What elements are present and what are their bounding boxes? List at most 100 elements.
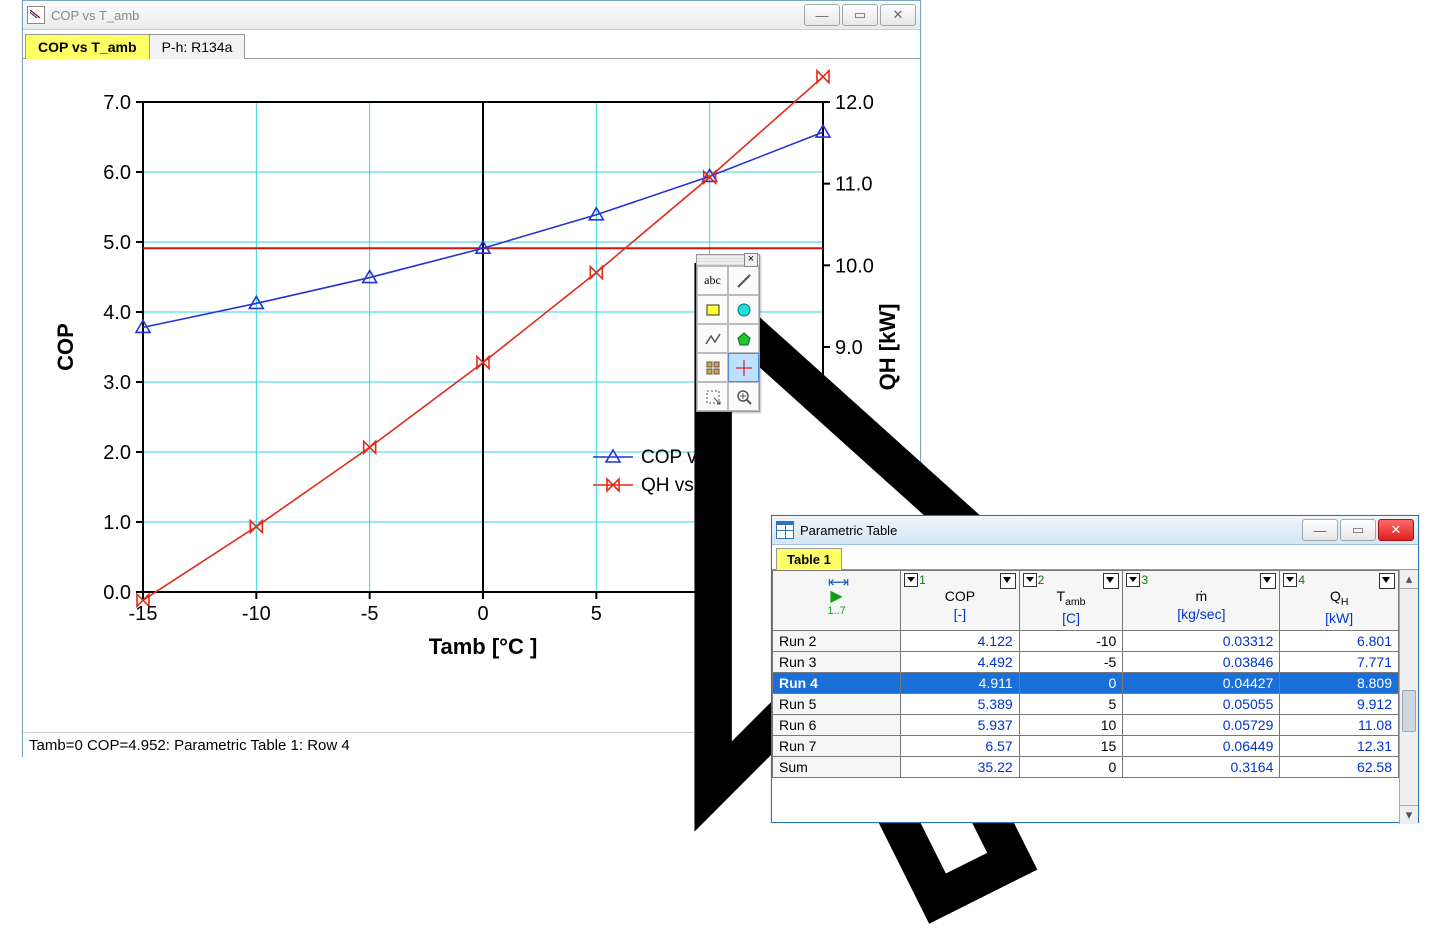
svg-text:5.0: 5.0 [103, 232, 131, 254]
run-header[interactable]: ⇤⇥▶1..7 [773, 571, 901, 631]
col-name: Tamb [1057, 588, 1086, 604]
table-titlebar[interactable]: Parametric Table — ▭ ✕ [772, 516, 1418, 545]
col-unit: [kg/sec] [1177, 606, 1225, 622]
close-button[interactable]: ✕ [880, 4, 916, 26]
cell[interactable]: 8.809 [1280, 672, 1399, 693]
cell[interactable]: 7.771 [1280, 651, 1399, 672]
table-minimize-button[interactable]: — [1302, 519, 1338, 541]
table-grid[interactable]: ⇤⇥▶1..71COP[-]2Tamb[C]3ṁ[kg/sec]4QH[kW] … [772, 570, 1399, 824]
svg-text:-5: -5 [361, 603, 379, 625]
cell[interactable]: 0.05729 [1123, 714, 1280, 735]
tool-zoom[interactable] [728, 382, 759, 411]
row-label[interactable]: Sum [773, 756, 901, 777]
resize-columns-icon[interactable]: ⇤⇥ [828, 573, 845, 591]
table-row[interactable]: Sum35.2200.316462.58 [773, 756, 1399, 777]
cell[interactable]: 0.04427 [1123, 672, 1280, 693]
table-row[interactable]: Run 76.57150.0644912.31 [773, 735, 1399, 756]
tab-ph-r134a[interactable]: P-h: R134a [149, 34, 246, 59]
tool-rect[interactable] [697, 295, 728, 324]
svg-text:5: 5 [591, 603, 602, 625]
cell[interactable]: 4.911 [901, 672, 1020, 693]
table-close-button[interactable]: ✕ [1378, 519, 1414, 541]
maximize-button[interactable]: ▭ [842, 4, 878, 26]
col-header-3[interactable]: 3ṁ[kg/sec] [1123, 571, 1280, 631]
tool-text[interactable]: abc [697, 266, 728, 295]
tool-crosshair[interactable] [728, 353, 759, 382]
table-scrollbar[interactable]: ▴ ▾ [1399, 570, 1418, 824]
plot-titlebar[interactable]: COP vs T_amb — ▭ ✕ [23, 1, 920, 30]
cell[interactable]: -5 [1019, 651, 1123, 672]
col-sort-icon[interactable] [1000, 573, 1016, 589]
cell[interactable]: 0 [1019, 756, 1123, 777]
row-label[interactable]: Run 6 [773, 714, 901, 735]
table-row[interactable]: Run 55.38950.050559.912 [773, 693, 1399, 714]
row-label[interactable]: Run 2 [773, 630, 901, 651]
tool-polyline[interactable] [697, 324, 728, 353]
cell[interactable]: 10 [1019, 714, 1123, 735]
tool-polygon[interactable] [728, 324, 759, 353]
col-name: COP [945, 588, 975, 604]
tool-align[interactable] [697, 353, 728, 382]
row-label[interactable]: Run 4 [773, 672, 901, 693]
table-tab-1[interactable]: Table 1 [776, 548, 842, 570]
svg-text:COP: COP [53, 323, 78, 371]
col-menu-icon[interactable] [904, 573, 918, 587]
col-menu-icon[interactable] [1126, 573, 1140, 587]
minimize-button[interactable]: — [804, 4, 840, 26]
cell[interactable]: 6.801 [1280, 630, 1399, 651]
cell[interactable]: -10 [1019, 630, 1123, 651]
scroll-thumb[interactable] [1402, 690, 1416, 732]
svg-text:-10: -10 [242, 603, 271, 625]
cell[interactable]: 0.06449 [1123, 735, 1280, 756]
cell[interactable]: 9.912 [1280, 693, 1399, 714]
col-sort-icon[interactable] [1379, 573, 1395, 589]
row-label[interactable]: Run 3 [773, 651, 901, 672]
svg-text:9.0: 9.0 [835, 337, 863, 359]
cell[interactable]: 0.05055 [1123, 693, 1280, 714]
run-all-icon[interactable]: ▶ [779, 589, 894, 605]
table-row[interactable]: Run 44.91100.044278.809 [773, 672, 1399, 693]
col-menu-icon[interactable] [1023, 573, 1037, 587]
tool-palette-grip[interactable]: × [697, 255, 759, 266]
table-row[interactable]: Run 24.122-100.033126.801 [773, 630, 1399, 651]
col-header-4[interactable]: 4QH[kW] [1280, 571, 1399, 631]
scroll-up-icon[interactable]: ▴ [1400, 570, 1418, 589]
cell[interactable]: 5.389 [901, 693, 1020, 714]
col-sort-icon[interactable] [1103, 573, 1119, 589]
scroll-down-icon[interactable]: ▾ [1400, 805, 1418, 824]
cell[interactable]: 0.3164 [1123, 756, 1280, 777]
cell[interactable]: 5 [1019, 693, 1123, 714]
tab-cop-vs-tamb[interactable]: COP vs T_amb [25, 34, 150, 59]
cell[interactable]: 62.58 [1280, 756, 1399, 777]
cell[interactable]: 15 [1019, 735, 1123, 756]
tool-palette-close[interactable]: × [744, 253, 758, 267]
plot-window-title: COP vs T_amb [51, 8, 139, 23]
tool-select-region[interactable] [697, 382, 728, 411]
cell[interactable]: 0.03312 [1123, 630, 1280, 651]
table-window: Parametric Table — ▭ ✕ Table 1 ⇤⇥▶1..71C… [771, 515, 1419, 823]
svg-text:7.0: 7.0 [103, 92, 131, 114]
table-maximize-button[interactable]: ▭ [1340, 519, 1376, 541]
table-row[interactable]: Run 34.492-50.038467.771 [773, 651, 1399, 672]
col-header-2[interactable]: 2Tamb[C] [1019, 571, 1123, 631]
cell[interactable]: 35.22 [901, 756, 1020, 777]
cell[interactable]: 5.937 [901, 714, 1020, 735]
cell[interactable]: 11.08 [1280, 714, 1399, 735]
cell[interactable]: 0.03846 [1123, 651, 1280, 672]
tool-palette[interactable]: × abc [696, 254, 760, 412]
tool-circle[interactable] [728, 295, 759, 324]
col-name: ṁ [1196, 588, 1208, 604]
cell[interactable]: 12.31 [1280, 735, 1399, 756]
col-menu-icon[interactable] [1283, 573, 1297, 587]
col-header-1[interactable]: 1COP[-] [901, 571, 1020, 631]
col-unit: [-] [954, 606, 966, 622]
row-label[interactable]: Run 5 [773, 693, 901, 714]
tool-line[interactable] [728, 266, 759, 295]
cell[interactable]: 4.492 [901, 651, 1020, 672]
col-sort-icon[interactable] [1260, 573, 1276, 589]
cell[interactable]: 0 [1019, 672, 1123, 693]
cell[interactable]: 4.122 [901, 630, 1020, 651]
row-label[interactable]: Run 7 [773, 735, 901, 756]
cell[interactable]: 6.57 [901, 735, 1020, 756]
table-row[interactable]: Run 65.937100.0572911.08 [773, 714, 1399, 735]
